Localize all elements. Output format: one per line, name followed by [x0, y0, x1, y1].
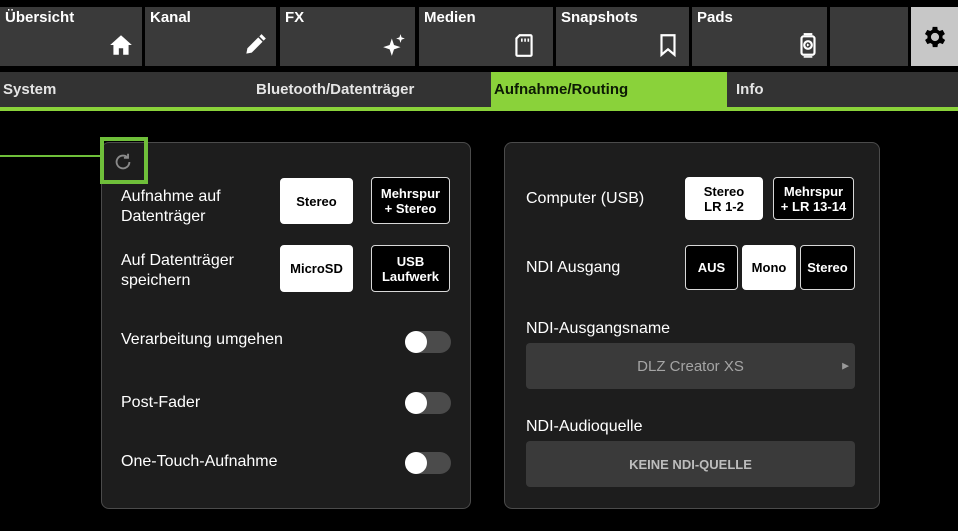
button-label: + LR 13-14 [780, 198, 847, 214]
button-label: AUS [697, 260, 726, 275]
button-label: Stereo [703, 183, 745, 199]
tab-system[interactable]: System [0, 72, 250, 107]
bypass-processing-label: Verarbeitung umgehen [121, 331, 283, 348]
ndi-off-button[interactable]: AUS [685, 245, 738, 290]
button-label: Mehrspur [380, 185, 441, 201]
record-to-media-label: Aufnahme auf Datenträger [121, 187, 221, 227]
save-to-media-label: Auf Datenträger speichern [121, 251, 234, 291]
ndi-output-name-field[interactable]: DLZ Creator XS ▶ [526, 343, 855, 389]
label-line: Aufnahme auf [121, 188, 221, 205]
nav-tab-label: FX [285, 9, 305, 26]
ndi-output-name-value: DLZ Creator XS [637, 357, 744, 375]
nav-tab-pads[interactable]: Pads [692, 7, 827, 66]
one-touch-record-toggle[interactable] [405, 452, 451, 474]
tab-bluetooth-media[interactable]: Bluetooth/Datenträger [253, 72, 488, 107]
stereo-record-button[interactable]: Stereo [280, 178, 353, 224]
nav-tab-label: Snapshots [561, 9, 638, 26]
tab-recording-routing[interactable]: Aufnahme/Routing [491, 72, 727, 107]
one-touch-record-label: One-Touch-Aufnahme [121, 453, 278, 470]
button-label: MicroSD [290, 261, 343, 276]
bookmark-icon [655, 32, 681, 58]
toggle-knob [405, 392, 427, 414]
ndi-output-label: NDI Ausgang [526, 259, 621, 276]
label-line: Datenträger [121, 208, 206, 225]
sub-tab-bar: System Bluetooth/Datenträger Aufnahme/Ro… [0, 72, 958, 111]
stereo-lr12-button[interactable]: Stereo LR 1-2 [685, 177, 763, 220]
ndi-stereo-button[interactable]: Stereo [800, 245, 855, 290]
nav-tab-label: Pads [697, 9, 733, 26]
button-label: Mehrspur [783, 183, 844, 199]
label-line: speichern [121, 272, 191, 289]
nav-tab-label: Medien [424, 9, 476, 26]
recording-panel: Aufnahme auf Datenträger Stereo Mehrspur… [101, 142, 471, 509]
ndi-output-name-label: NDI-Ausgangsname [526, 320, 671, 337]
button-label: USB [396, 253, 425, 269]
nav-tab-empty[interactable] [830, 7, 908, 66]
nav-tab-media[interactable]: Medien [419, 7, 553, 66]
post-fader-toggle[interactable] [405, 392, 451, 414]
pencil-icon [242, 32, 268, 58]
nav-tab-fx[interactable]: FX [280, 7, 415, 66]
routing-panel: Computer (USB) Stereo LR 1-2 Mehrspur + … [504, 142, 880, 509]
pad-icon [795, 32, 821, 58]
label-line: Auf Datenträger [121, 252, 234, 269]
nav-tab-label: Übersicht [5, 9, 75, 26]
usb-drive-button[interactable]: USB Laufwerk [371, 245, 450, 292]
button-label: Laufwerk [381, 268, 440, 284]
bypass-processing-toggle[interactable] [405, 331, 451, 353]
ndi-audio-source-button[interactable]: KEINE NDI-QUELLE [526, 441, 855, 487]
ndi-mono-button[interactable]: Mono [742, 245, 796, 290]
sd-card-icon [511, 32, 537, 58]
refresh-icon[interactable] [112, 151, 134, 173]
home-icon [108, 32, 134, 58]
tab-info[interactable]: Info [733, 72, 958, 107]
button-label: LR 1-2 [704, 198, 744, 214]
ndi-audio-source-value: KEINE NDI-QUELLE [629, 456, 752, 472]
multitrack-lr1314-button[interactable]: Mehrspur + LR 13-14 [773, 177, 854, 220]
nav-tab-overview[interactable]: Übersicht [0, 7, 142, 66]
ndi-audio-source-label: NDI-Audioquelle [526, 418, 643, 435]
button-label: Stereo [807, 260, 848, 275]
nav-tab-channel[interactable]: Kanal [145, 7, 276, 66]
play-arrow-icon: ▶ [842, 360, 849, 371]
callout-line [0, 155, 100, 157]
nav-tab-snapshots[interactable]: Snapshots [556, 7, 689, 66]
button-label: Stereo [296, 193, 337, 209]
gear-icon [924, 26, 946, 48]
nav-tab-label: Kanal [150, 9, 191, 26]
post-fader-label: Post-Fader [121, 394, 201, 411]
computer-usb-label: Computer (USB) [526, 190, 645, 207]
top-navigation: Übersicht Kanal FX Medien Snapshots Pads [0, 0, 958, 66]
toggle-knob [405, 452, 427, 474]
settings-tab[interactable] [911, 7, 958, 66]
button-label: Mono [751, 260, 787, 275]
sparkle-icon [381, 32, 407, 58]
button-label: + Stereo [384, 200, 437, 216]
multitrack-stereo-button[interactable]: Mehrspur + Stereo [371, 177, 450, 224]
microsd-button[interactable]: MicroSD [280, 245, 353, 292]
toggle-knob [405, 331, 427, 353]
